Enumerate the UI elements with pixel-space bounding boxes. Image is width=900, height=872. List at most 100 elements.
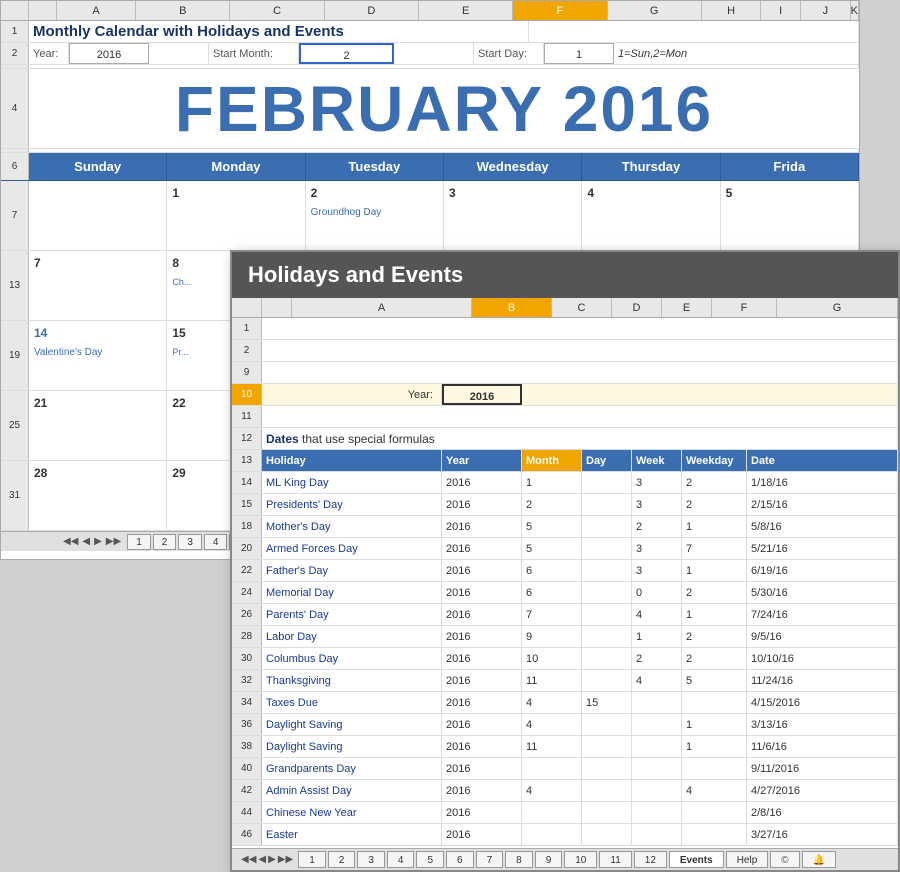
hol-weekday-28: 2: [682, 626, 747, 647]
hol-day-26: [582, 604, 632, 625]
hol-day-28: [582, 626, 632, 647]
hol-weekday-46: [682, 824, 747, 845]
hol-holiday-15: Presidents' Day: [262, 494, 442, 515]
cal-scroll-left[interactable]: ◀: [82, 536, 90, 547]
cal-col-K[interactable]: K: [851, 1, 859, 20]
hol-row-9: 9: [232, 362, 898, 384]
hol-holiday-18: Mother's Day: [262, 516, 442, 537]
hol-month-28: 9: [522, 626, 582, 647]
hol-col-B[interactable]: B: [472, 298, 552, 317]
hol-year-28: 2016: [442, 626, 522, 647]
cal-tab-4[interactable]: 4: [204, 534, 228, 550]
cal-daynum: 5: [726, 186, 733, 200]
hol-scroll-left[interactable]: ◀: [258, 854, 266, 865]
hol-week-28: 1: [632, 626, 682, 647]
hol-scroll-left-end[interactable]: ◀◀: [241, 854, 256, 865]
cal-scroll-arrows[interactable]: ◀◀ ◀ ▶ ▶▶: [61, 536, 123, 547]
cal-scroll-right-end[interactable]: ▶▶: [106, 536, 121, 547]
cal-col-header-rownum: [29, 1, 57, 20]
cal-col-B[interactable]: B: [136, 1, 230, 20]
hol-scroll-right[interactable]: ▶: [268, 854, 276, 865]
hol-month-32: 11: [522, 670, 582, 691]
hol-col-D[interactable]: D: [612, 298, 662, 317]
cal-col-E[interactable]: E: [419, 1, 513, 20]
hol-month-15: 2: [522, 494, 582, 515]
hol-tab-4[interactable]: 4: [387, 851, 415, 868]
hol-date-34: 4/15/2016: [747, 692, 898, 713]
hol-weekday-30: 2: [682, 648, 747, 669]
cal-daynum: 8: [172, 256, 179, 270]
hol-rownum-20: 20: [232, 538, 262, 559]
cal-col-A[interactable]: A: [57, 1, 136, 20]
cal-col-G[interactable]: G: [608, 1, 702, 20]
cal-row-2: 2 Year: 2016 Start Month: 2 Start Day: 1…: [1, 43, 859, 65]
hol-tab-9[interactable]: 9: [535, 851, 563, 868]
cal-scroll-right[interactable]: ▶: [94, 536, 102, 547]
hol-tab-3[interactable]: 3: [357, 851, 385, 868]
hol-col-A[interactable]: A: [292, 298, 472, 317]
hol-header-month: Month: [522, 450, 582, 471]
hol-tab-6[interactable]: 6: [446, 851, 474, 868]
hol-tab-7[interactable]: 7: [476, 851, 504, 868]
hol-tab-5[interactable]: 5: [416, 851, 444, 868]
hol-holiday-30: Columbus Day: [262, 648, 442, 669]
hol-day-18: [582, 516, 632, 537]
hol-rownum-15: 15: [232, 494, 262, 515]
hol-holiday-26: Parents' Day: [262, 604, 442, 625]
cal-scroll-left-end[interactable]: ◀◀: [63, 536, 78, 547]
hol-scroll-right-end[interactable]: ▶▶: [278, 854, 293, 865]
hol-tab-help[interactable]: Help: [726, 851, 769, 868]
cal-year-input[interactable]: 2016: [69, 43, 149, 64]
hol-week-38: [632, 736, 682, 757]
hol-scroll-arrows[interactable]: ◀◀ ◀ ▶ ▶▶: [240, 854, 294, 865]
hol-tab-2[interactable]: 2: [328, 851, 356, 868]
hol-tab-1[interactable]: 1: [298, 851, 326, 868]
cal-day-monday: Monday: [167, 153, 305, 180]
hol-year-20: 2016: [442, 538, 522, 559]
hol-year-input[interactable]: 2016: [442, 384, 522, 405]
cal-col-D[interactable]: D: [325, 1, 419, 20]
hol-tab-8[interactable]: 8: [505, 851, 533, 868]
cal-col-J[interactable]: J: [801, 1, 851, 20]
cal-tab-1[interactable]: 1: [127, 534, 151, 550]
hol-weekday-20: 7: [682, 538, 747, 559]
hol-col-E[interactable]: E: [662, 298, 712, 317]
hol-tab-11[interactable]: 11: [599, 851, 631, 868]
cal-col-F[interactable]: F: [513, 1, 607, 20]
hol-holiday-28: Labor Day: [262, 626, 442, 647]
hol-tab-bell[interactable]: 🔔: [802, 851, 836, 868]
cal-tab-3[interactable]: 3: [178, 534, 202, 550]
cal-day-thursday: Thursday: [582, 153, 720, 180]
cal-tab-2[interactable]: 2: [153, 534, 177, 550]
cal-row-1: 1 Monthly Calendar with Holidays and Eve…: [1, 21, 859, 43]
cal-day-sunday: Sunday: [29, 153, 167, 180]
cal-col-I[interactable]: I: [761, 1, 801, 20]
hol-holiday-14: ML King Day: [262, 472, 442, 493]
hol-tab-copyright[interactable]: ©: [770, 851, 799, 868]
hol-data-20: 20 Armed Forces Day 2016 5 3 7 5/21/16: [232, 538, 898, 560]
cal-day-w1-wed: 3: [444, 181, 582, 250]
cal-day-wednesday: Wednesday: [444, 153, 582, 180]
cal-col-C[interactable]: C: [230, 1, 324, 20]
cal-col-H[interactable]: H: [702, 1, 762, 20]
hol-day-34: 15: [582, 692, 632, 713]
hol-col-C[interactable]: C: [552, 298, 612, 317]
hol-holiday-24: Memorial Day: [262, 582, 442, 603]
hol-tab-10[interactable]: 10: [564, 851, 597, 868]
hol-col-G[interactable]: G: [777, 298, 898, 317]
hol-data-38: 38 Daylight Saving 2016 11 1 11/6/16: [232, 736, 898, 758]
hol-tab-events[interactable]: Events: [669, 851, 724, 868]
cal-rownum-2: 2: [1, 43, 29, 64]
hol-col-F[interactable]: F: [712, 298, 777, 317]
cal-startday-label: Start Day:: [474, 43, 544, 64]
hol-holiday-44: Chinese New Year: [262, 802, 442, 823]
hol-header-date: Date: [747, 450, 898, 471]
hol-tab-12[interactable]: 12: [634, 851, 667, 868]
cal-day-w3-sun: 14Valentine's Day: [29, 321, 167, 390]
cal-startmonth-input[interactable]: 2: [299, 43, 394, 64]
hol-data-46: 46 Easter 2016 3/27/16: [232, 824, 898, 846]
hol-holiday-42: Admin Assist Day: [262, 780, 442, 801]
hol-holiday-40: Grandparents Day: [262, 758, 442, 779]
cal-startday-input[interactable]: 1: [544, 43, 614, 64]
hol-rownum-30: 30: [232, 648, 262, 669]
